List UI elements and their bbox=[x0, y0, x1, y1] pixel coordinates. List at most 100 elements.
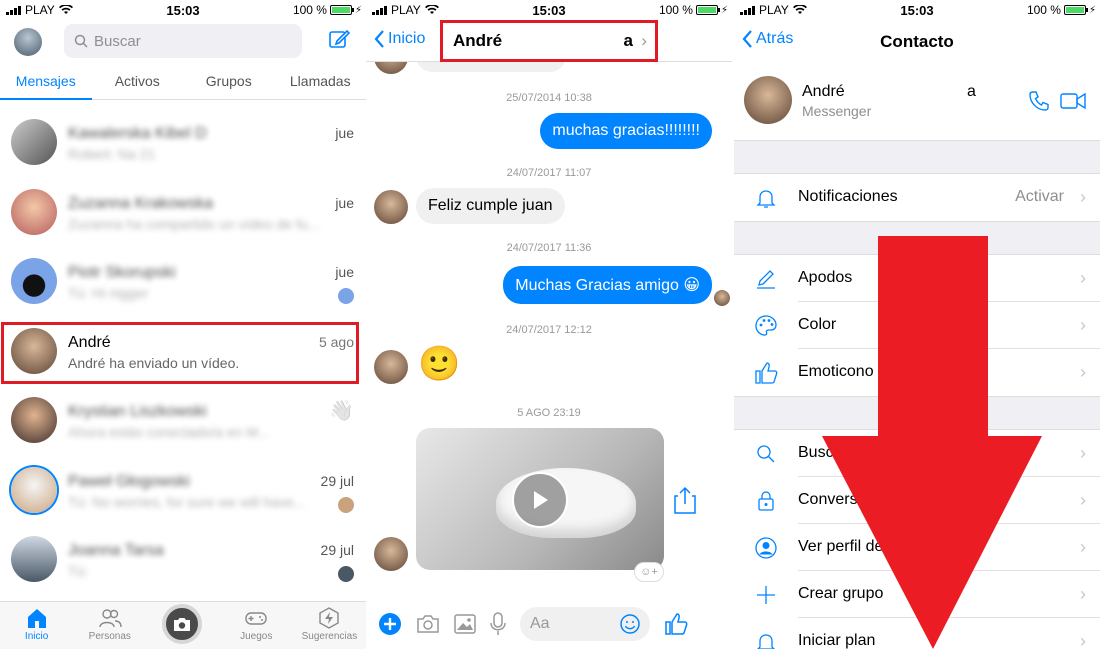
row-notificaciones[interactable]: Notificaciones Activar › bbox=[734, 174, 1100, 221]
chevron-right-icon: › bbox=[641, 31, 647, 50]
conversation-screen: PLAY 15:03 100 % ⚡ Inicio André a › 25/0… bbox=[366, 0, 732, 649]
chat-name: Joanna Tarsa bbox=[68, 542, 164, 559]
camera-icon[interactable] bbox=[416, 614, 440, 634]
tab-personas[interactable]: Personas bbox=[73, 602, 146, 649]
inbox-tabs: Mensajes Activos Grupos Llamadas bbox=[0, 64, 366, 100]
timestamp: 5 AGO 23:19 bbox=[517, 407, 581, 419]
read-receipt-avatar bbox=[338, 288, 354, 304]
tab-grupos[interactable]: Grupos bbox=[183, 64, 275, 99]
page-title: Contacto bbox=[880, 32, 954, 51]
composer-bar: Aa bbox=[366, 599, 732, 649]
compose-icon[interactable] bbox=[328, 28, 350, 50]
chat-preview: Ahora estás conectado/a en M... bbox=[68, 424, 270, 440]
back-label: Inicio bbox=[388, 30, 426, 47]
emoji-message[interactable]: 🙂 bbox=[418, 344, 460, 384]
inbox-header: Buscar bbox=[0, 22, 366, 62]
video-message[interactable] bbox=[416, 428, 664, 570]
message-bubble-out[interactable]: muchas gracias!!!!!!!! bbox=[540, 113, 712, 149]
tab-juegos[interactable]: Juegos bbox=[220, 602, 293, 649]
camera-icon bbox=[174, 618, 190, 631]
message-bubble-in[interactable]: Feliz cumple juan bbox=[416, 188, 565, 224]
tab-mensajes[interactable]: Mensajes bbox=[0, 64, 92, 100]
sender-avatar[interactable] bbox=[374, 190, 408, 224]
status-bar: PLAY 15:03 100 % ⚡ bbox=[0, 0, 366, 20]
microphone-icon[interactable] bbox=[490, 612, 506, 636]
message-input-placeholder: Aa bbox=[530, 615, 550, 632]
message-bubble-out[interactable]: Muchas Gracias amigo 😀 bbox=[503, 266, 712, 304]
chevron-right-icon: › bbox=[1080, 537, 1086, 557]
wave-icon[interactable]: 👋 bbox=[329, 398, 354, 423]
video-call-icon[interactable] bbox=[1060, 92, 1086, 110]
chevron-right-icon: › bbox=[1080, 584, 1086, 604]
chat-row[interactable]: Joanna Tarsa Tú: 29 jul bbox=[0, 519, 366, 589]
status-bar: PLAY 15:03 100 % ⚡ bbox=[734, 0, 1100, 20]
tab-llamadas[interactable]: Llamadas bbox=[275, 64, 367, 99]
chat-name: Paweł Głogowski bbox=[68, 472, 190, 490]
timestamp: 25/07/2014 10:38 bbox=[506, 92, 592, 104]
back-button[interactable]: Inicio bbox=[374, 30, 425, 48]
charging-icon: ⚡ bbox=[1088, 4, 1096, 16]
emoji-icon[interactable] bbox=[620, 614, 640, 634]
chat-time: 29 jul bbox=[320, 542, 354, 558]
highlight-box-chat bbox=[1, 322, 359, 384]
timestamp: 24/07/2017 11:36 bbox=[506, 242, 592, 254]
gallery-icon[interactable] bbox=[454, 614, 476, 634]
chat-row[interactable]: Piotr Skorupski Tú: Hi nigger jue bbox=[0, 241, 366, 311]
reaction-icon[interactable]: ☺+ bbox=[634, 562, 664, 582]
gamepad-icon bbox=[245, 612, 267, 625]
battery-icon bbox=[1063, 5, 1088, 15]
message-input[interactable]: Aa bbox=[520, 607, 650, 641]
conversation-title: André bbox=[453, 31, 503, 50]
home-icon bbox=[27, 609, 46, 628]
chat-time: jue bbox=[335, 264, 354, 280]
thumbs-up-icon bbox=[755, 362, 778, 384]
chat-name: Zuzanna Krakowska bbox=[68, 194, 213, 212]
row-value: Activar bbox=[1015, 188, 1064, 205]
tab-label: Juegos bbox=[240, 631, 273, 642]
plus-icon[interactable] bbox=[378, 612, 402, 636]
row-label: Notificaciones bbox=[798, 188, 898, 205]
search-icon bbox=[74, 34, 88, 48]
chat-preview: Tú: No worries, for sure we will have... bbox=[68, 493, 306, 510]
chat-avatar bbox=[11, 258, 57, 304]
sender-avatar[interactable] bbox=[374, 537, 408, 571]
palette-icon bbox=[755, 315, 777, 336]
phone-icon[interactable] bbox=[1028, 90, 1050, 112]
tab-sugerencias[interactable]: Sugerencias bbox=[293, 602, 366, 649]
timestamp: 24/07/2017 12:12 bbox=[506, 324, 592, 336]
chevron-left-icon bbox=[374, 30, 384, 48]
conversation-title-button[interactable]: André a › bbox=[440, 20, 658, 62]
share-icon[interactable] bbox=[674, 486, 696, 514]
tab-activos[interactable]: Activos bbox=[92, 64, 184, 99]
contact-avatar[interactable] bbox=[744, 76, 792, 124]
chat-preview: Tú: bbox=[68, 563, 89, 579]
chevron-right-icon: › bbox=[1080, 268, 1086, 288]
chat-preview: Zuzanna ha compartido un vídeo de fu... bbox=[68, 215, 320, 232]
contact-card: André a Messenger bbox=[734, 66, 1100, 140]
search-input[interactable]: Buscar bbox=[64, 24, 302, 58]
sender-avatar[interactable] bbox=[374, 350, 408, 384]
bell-icon bbox=[756, 190, 776, 208]
thumbs-up-icon[interactable] bbox=[664, 612, 688, 636]
search-placeholder: Buscar bbox=[94, 32, 141, 50]
chat-time: jue bbox=[335, 125, 354, 141]
play-button[interactable] bbox=[512, 472, 568, 528]
chat-row[interactable]: Paweł Głogowski Tú: No worries, for sure… bbox=[0, 450, 366, 520]
chevron-right-icon: › bbox=[1080, 315, 1086, 335]
camera-button[interactable] bbox=[162, 604, 202, 644]
conversation-title-suffix: a bbox=[623, 31, 633, 50]
tab-inicio[interactable]: Inicio bbox=[0, 602, 73, 649]
plus-icon bbox=[757, 586, 775, 604]
profile-avatar[interactable] bbox=[14, 28, 42, 56]
charging-icon: ⚡ bbox=[354, 4, 362, 16]
chat-row[interactable]: Krystian Liszkowski Ahora estás conectad… bbox=[0, 380, 366, 450]
chevron-right-icon: › bbox=[1080, 362, 1086, 382]
profile-icon bbox=[755, 537, 777, 559]
chat-name: Krystian Liszkowski bbox=[68, 403, 207, 420]
people-icon bbox=[99, 609, 122, 628]
chat-row[interactable]: Zuzanna Krakowska Zuzanna ha compartido … bbox=[0, 172, 366, 242]
chat-name: Kawalerska Kibel D bbox=[68, 125, 207, 142]
chat-row[interactable]: Kawalerska Kibel D Robert: Na 21 jue bbox=[0, 102, 366, 172]
pencil-icon bbox=[757, 270, 775, 289]
chevron-right-icon: › bbox=[1080, 490, 1086, 510]
